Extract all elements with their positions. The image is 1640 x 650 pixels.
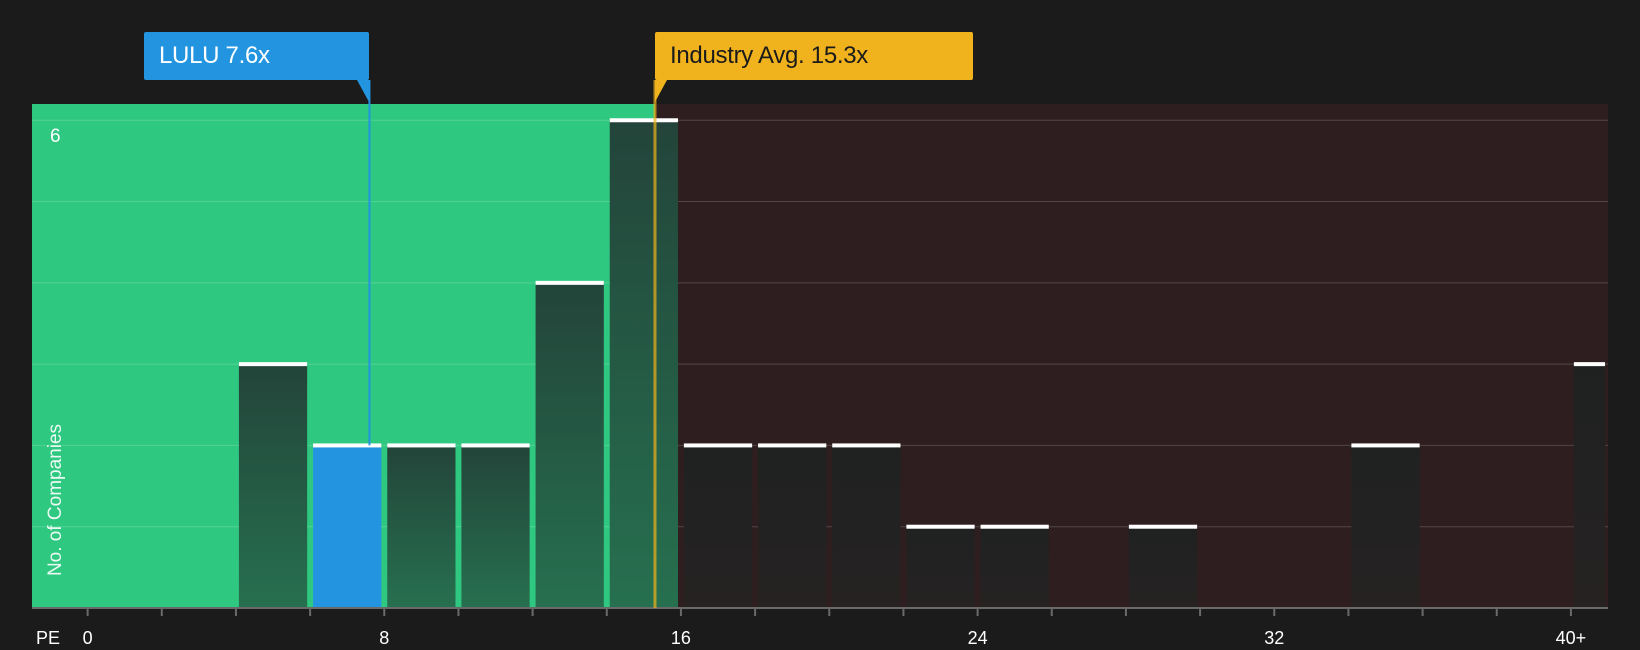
bar-cap-12-14: [535, 280, 604, 285]
company-callout: LULU 7.6x: [144, 32, 369, 80]
bar-18-20: [758, 445, 827, 608]
bar-cap-10-12: [461, 443, 530, 448]
bar-12-14: [535, 282, 604, 608]
x-tick-label-0: 0: [82, 628, 93, 648]
bar-cap-14-16: [609, 118, 678, 123]
x-tick-label-16: 16: [670, 628, 691, 648]
bar-cap-34-36: [1351, 443, 1420, 448]
bar-8-10: [387, 445, 456, 608]
bar-cap-24-26: [980, 524, 1049, 529]
industry-callout-pointer: [654, 80, 667, 102]
bar-cap-22-24: [906, 524, 975, 529]
company-callout-pointer: [357, 80, 370, 102]
bar-cap-18-20: [758, 443, 827, 448]
bar-28-30: [1128, 526, 1198, 608]
pe-distribution-chart: [32, 80, 1608, 616]
bar-16-18: [683, 445, 753, 608]
bar-4-6: [238, 364, 308, 608]
x-tick-label-32: 32: [1264, 628, 1285, 648]
bar-22-24: [906, 526, 975, 608]
bar-cap-20-22: [832, 443, 901, 448]
bar-20-22: [832, 445, 901, 608]
bar-cap-16-18: [683, 443, 753, 448]
bar-6-8: [313, 445, 382, 608]
x-tick-label-24: 24: [967, 628, 988, 648]
bar-cap-6-8: [313, 443, 382, 448]
industry-average-callout: Industry Avg. 15.3x: [655, 32, 973, 80]
x-tick-label-40-plus: 40+: [1555, 628, 1587, 648]
y-axis-title: No. of Companies: [45, 423, 66, 577]
x-tick-label-8: 8: [379, 628, 390, 648]
bar-40-42: [1573, 364, 1606, 608]
bar-14-16: [609, 120, 678, 609]
bar-cap-8-10: [387, 443, 456, 448]
bar-cap-4-6: [238, 362, 308, 367]
bar-cap-28-30: [1128, 524, 1198, 529]
bar-34-36: [1351, 445, 1420, 608]
y-tick-label-6: 6: [50, 126, 61, 147]
bar-24-26: [980, 526, 1049, 608]
bar-cap-40-42: [1573, 362, 1606, 367]
bar-10-12: [461, 445, 530, 608]
x-axis-title: PE: [36, 628, 61, 648]
